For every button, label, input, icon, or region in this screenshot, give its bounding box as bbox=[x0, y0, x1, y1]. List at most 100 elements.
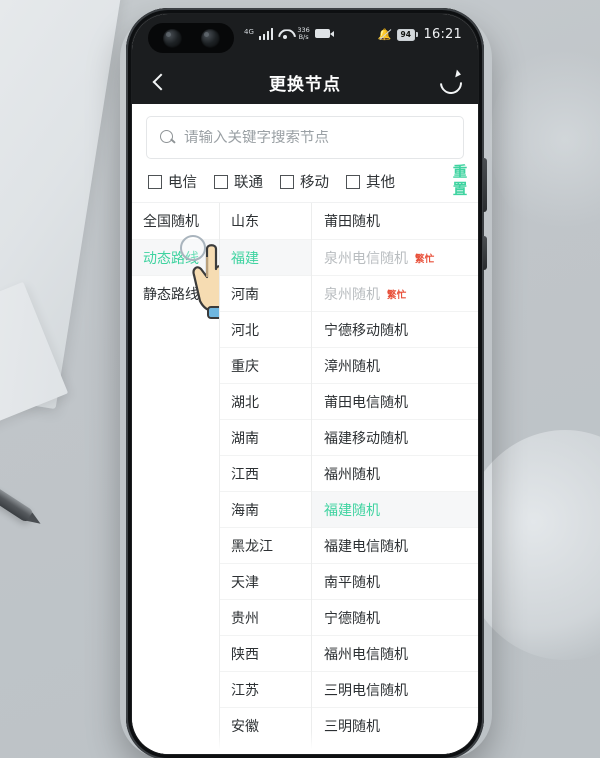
region-item[interactable]: 福建 bbox=[220, 239, 311, 275]
region-label: 贵州 bbox=[231, 610, 259, 627]
category-label: 全国随机 bbox=[143, 214, 199, 230]
power-button[interactable] bbox=[483, 236, 487, 270]
checkbox-mobile[interactable] bbox=[280, 174, 294, 189]
checkbox-unicom[interactable] bbox=[214, 174, 228, 189]
filter-bar: 电信 联通 移动 其他 重置 bbox=[132, 165, 478, 202]
column-region[interactable]: 山东福建河南河北重庆湖北湖南江西海南黑龙江天津贵州陕西江苏安徽 bbox=[220, 203, 312, 754]
node-item[interactable]: 南平随机 bbox=[312, 563, 478, 599]
search-section bbox=[132, 104, 478, 169]
node-label: 福州电信随机 bbox=[324, 646, 408, 663]
checkbox-telecom[interactable] bbox=[148, 174, 162, 189]
search-box[interactable] bbox=[146, 116, 464, 159]
status-bar-clock: 16:21 bbox=[423, 27, 462, 42]
network-speed-indicator: 336 B/s bbox=[297, 27, 309, 41]
node-item[interactable]: 莆田电信随机 bbox=[312, 383, 478, 419]
screen-recording-icon bbox=[314, 29, 334, 39]
camera-lens-main bbox=[162, 28, 182, 48]
node-item[interactable]: 三明随机 bbox=[312, 707, 478, 743]
filter-option-unicom[interactable]: 联通 bbox=[214, 171, 263, 192]
category-item[interactable]: 静态路线 bbox=[132, 275, 219, 311]
mute-icon: 🔔 bbox=[377, 28, 392, 41]
battery-icon: 94 bbox=[396, 28, 418, 41]
node-item[interactable]: 三明电信随机 bbox=[312, 671, 478, 707]
status-badge-busy: 繁忙 bbox=[387, 289, 407, 301]
battery-level-label: 94 bbox=[396, 28, 415, 41]
filter-option-mobile[interactable]: 移动 bbox=[280, 171, 329, 192]
desk-pen bbox=[0, 480, 36, 524]
search-input[interactable] bbox=[184, 129, 450, 146]
region-label: 湖北 bbox=[231, 394, 259, 411]
region-item[interactable]: 贵州 bbox=[220, 599, 311, 635]
chevron-left-icon[interactable] bbox=[148, 71, 170, 93]
region-label: 陕西 bbox=[231, 646, 259, 663]
region-item[interactable]: 重庆 bbox=[220, 347, 311, 383]
desk-highlight-top-right bbox=[490, 40, 600, 240]
checkbox-other[interactable] bbox=[346, 174, 360, 189]
region-label: 黑龙江 bbox=[231, 538, 273, 555]
region-label: 河北 bbox=[231, 322, 259, 339]
column-category[interactable]: 全国随机动态路线静态路线 bbox=[132, 203, 220, 754]
category-item[interactable]: 全国随机 bbox=[132, 203, 219, 239]
node-item[interactable]: 福建移动随机 bbox=[312, 419, 478, 455]
region-label: 江苏 bbox=[231, 682, 259, 699]
node-label: 宁德随机 bbox=[324, 610, 380, 627]
region-item[interactable]: 河南 bbox=[220, 275, 311, 311]
filter-option-telecom[interactable]: 电信 bbox=[148, 171, 197, 192]
region-label: 安徽 bbox=[231, 718, 259, 735]
status-bar: 4G 336 B/s 🔔 94 16:21 bbox=[132, 14, 478, 60]
region-label: 海南 bbox=[231, 502, 259, 519]
region-item[interactable]: 海南 bbox=[220, 491, 311, 527]
region-label: 江西 bbox=[231, 466, 259, 483]
node-label: 泉州随机 bbox=[324, 286, 380, 303]
node-label: 莆田随机 bbox=[324, 214, 380, 230]
node-item[interactable]: 莆田随机 bbox=[312, 203, 478, 239]
node-label: 宁德移动随机 bbox=[324, 322, 408, 339]
column-node[interactable]: 莆田随机 泉州电信随机 繁忙 泉州随机 繁忙 宁德移动随机 漳州随机 莆田电信随机 福建移动随机… bbox=[312, 203, 478, 754]
filter-label-other: 其他 bbox=[366, 175, 395, 191]
signal-bars-icon bbox=[258, 27, 274, 40]
region-item[interactable]: 陕西 bbox=[220, 635, 311, 671]
node-item[interactable]: 泉州随机 繁忙 bbox=[312, 275, 478, 311]
region-item[interactable]: 江西 bbox=[220, 455, 311, 491]
node-item[interactable]: 福建随机 bbox=[312, 491, 478, 527]
node-item[interactable]: 宁德移动随机 bbox=[312, 311, 478, 347]
reset-button[interactable]: 重置 bbox=[452, 165, 468, 199]
node-item[interactable]: 福州随机 bbox=[312, 455, 478, 491]
filter-label-telecom: 电信 bbox=[168, 175, 197, 191]
region-label: 重庆 bbox=[231, 358, 259, 375]
region-item[interactable]: 江苏 bbox=[220, 671, 311, 707]
battery-cap bbox=[415, 32, 418, 37]
refresh-icon[interactable] bbox=[438, 70, 462, 94]
status-badge-busy: 繁忙 bbox=[415, 253, 435, 265]
node-item[interactable]: 宁德随机 bbox=[312, 599, 478, 635]
node-item[interactable]: 漳州随机 bbox=[312, 347, 478, 383]
region-item[interactable]: 湖南 bbox=[220, 419, 311, 455]
region-label: 河南 bbox=[231, 286, 259, 303]
region-label: 湖南 bbox=[231, 430, 259, 447]
page-title: 更换节点 bbox=[269, 74, 341, 95]
category-item[interactable]: 动态路线 bbox=[132, 239, 219, 275]
status-bar-right: 🔔 94 16:21 bbox=[378, 27, 462, 42]
region-item[interactable]: 天津 bbox=[220, 563, 311, 599]
region-item[interactable]: 安徽 bbox=[220, 707, 311, 743]
category-label: 静态路线 bbox=[143, 286, 199, 303]
volume-button[interactable] bbox=[483, 158, 487, 212]
region-label: 福建 bbox=[231, 250, 259, 267]
node-selector-columns: 全国随机动态路线静态路线 山东福建河南河北重庆湖北湖南江西海南黑龙江天津贵州陕西… bbox=[132, 202, 478, 754]
filter-label-mobile: 移动 bbox=[300, 175, 329, 191]
app-header: 更换节点 bbox=[132, 60, 478, 104]
node-label: 三明电信随机 bbox=[324, 682, 408, 699]
region-item[interactable]: 黑龙江 bbox=[220, 527, 311, 563]
category-label: 动态路线 bbox=[143, 250, 199, 267]
node-item[interactable]: 泉州电信随机 繁忙 bbox=[312, 239, 478, 275]
region-item[interactable]: 湖北 bbox=[220, 383, 311, 419]
node-label: 福建随机 bbox=[324, 502, 380, 519]
filter-label-unicom: 联通 bbox=[234, 175, 263, 191]
node-item[interactable]: 福州电信随机 bbox=[312, 635, 478, 671]
node-label: 福建电信随机 bbox=[324, 538, 408, 555]
node-item[interactable]: 福建电信随机 bbox=[312, 527, 478, 563]
node-label: 莆田电信随机 bbox=[324, 394, 408, 411]
region-item[interactable]: 河北 bbox=[220, 311, 311, 347]
filter-option-other[interactable]: 其他 bbox=[346, 171, 395, 192]
region-item[interactable]: 山东 bbox=[220, 203, 311, 239]
